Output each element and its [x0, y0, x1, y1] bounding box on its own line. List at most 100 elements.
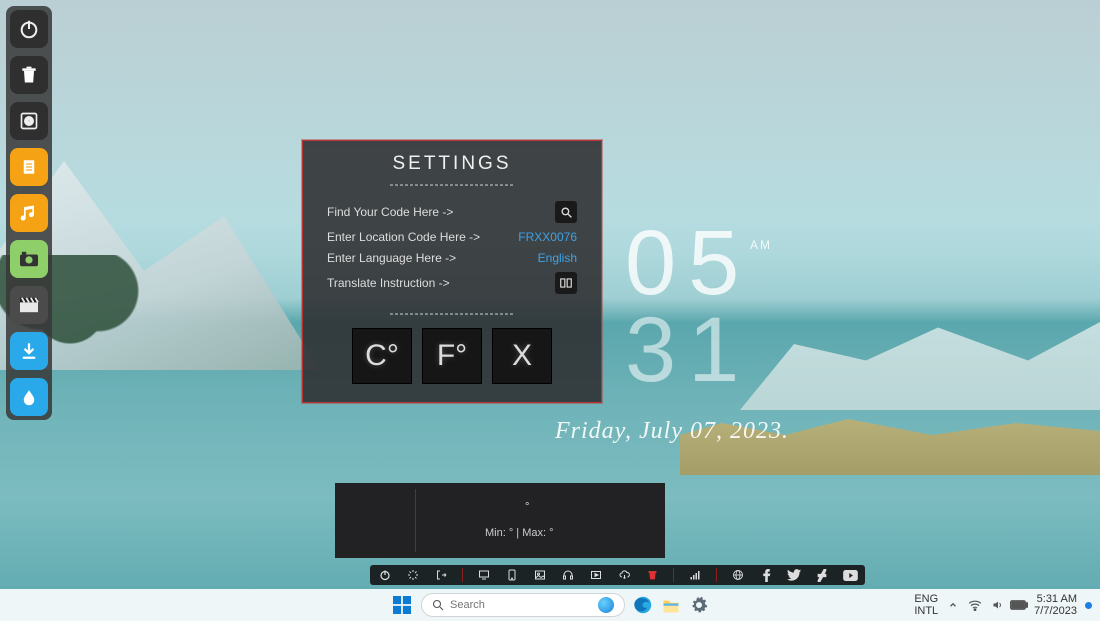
launcher-deviantart[interactable] — [815, 568, 829, 582]
book-icon — [559, 277, 573, 289]
launcher-facebook[interactable] — [759, 568, 773, 582]
logout-icon — [435, 569, 447, 581]
row-location: Enter Location Code Here -> FRXX0076 — [327, 230, 577, 244]
row-find-code: Find Your Code Here -> — [327, 201, 577, 223]
left-dock — [6, 6, 52, 420]
launcher-phone[interactable] — [505, 568, 519, 582]
music-icon — [19, 203, 39, 223]
tray-notification-indicator[interactable] — [1085, 602, 1092, 609]
search-code-button[interactable] — [555, 201, 577, 223]
location-value[interactable]: FRXX0076 — [518, 230, 577, 244]
launcher-headphones[interactable] — [561, 568, 575, 582]
launcher-video[interactable] — [589, 568, 603, 582]
water-icon — [20, 387, 38, 407]
dock-disk[interactable] — [10, 102, 48, 140]
trash-icon — [647, 569, 658, 581]
celsius-button[interactable]: C° — [352, 328, 412, 384]
start-button[interactable] — [391, 594, 413, 616]
monitor-icon — [478, 569, 490, 581]
phone-icon — [507, 569, 517, 581]
folder-icon — [662, 597, 680, 613]
clock-widget: 05 AM 31 — [625, 220, 751, 395]
dock-video[interactable] — [10, 286, 48, 324]
tray-wifi[interactable] — [968, 598, 982, 612]
youtube-icon — [843, 570, 858, 581]
chevron-up-icon — [948, 600, 958, 610]
windows-icon — [393, 596, 411, 614]
clock-date: Friday, July 07, 2023. — [555, 418, 789, 445]
launcher-image[interactable] — [533, 568, 547, 582]
tray-chevron[interactable] — [946, 598, 960, 612]
fahrenheit-button[interactable]: F° — [422, 328, 482, 384]
gear-icon — [690, 596, 708, 614]
edge-icon — [634, 596, 652, 614]
launcher-bar — [370, 565, 865, 585]
windows-taskbar: ENG INTL 5:31 AM 7/7/2023 — [0, 589, 1100, 621]
facebook-icon — [762, 569, 771, 582]
document-icon — [20, 157, 38, 177]
volume-icon — [991, 599, 1004, 611]
tray-language[interactable]: ENG INTL — [914, 593, 938, 617]
launcher-signal[interactable] — [688, 568, 702, 582]
video-icon — [590, 569, 602, 581]
unit-row: C° F° X — [327, 328, 577, 384]
download-icon — [20, 341, 38, 361]
weather-widget: ° Min: ° | Max: ° — [335, 483, 665, 558]
launcher-logout[interactable] — [434, 568, 448, 582]
find-code-label: Find Your Code Here -> — [327, 205, 453, 219]
translate-button[interactable] — [555, 272, 577, 294]
taskbar-center — [391, 593, 709, 617]
tray-lang2: INTL — [914, 605, 938, 617]
trash-icon — [19, 65, 39, 85]
launcher-cloud[interactable] — [617, 568, 631, 582]
language-value[interactable]: English — [538, 251, 577, 265]
separator: ------------------------- — [327, 306, 577, 320]
headphones-icon — [562, 569, 574, 581]
launcher-loading[interactable] — [406, 568, 420, 582]
separator — [716, 568, 717, 582]
search-input[interactable] — [450, 599, 592, 611]
wifi-icon — [968, 599, 982, 611]
settings-panel: SETTINGS ------------------------- Find … — [302, 140, 602, 403]
launcher-power[interactable] — [378, 568, 392, 582]
close-button[interactable]: X — [492, 328, 552, 384]
tray-battery[interactable] — [1012, 598, 1026, 612]
dock-power[interactable] — [10, 10, 48, 48]
launcher-globe[interactable] — [731, 568, 745, 582]
location-label: Enter Location Code Here -> — [327, 230, 480, 244]
dock-music[interactable] — [10, 194, 48, 232]
launcher-twitter[interactable] — [787, 568, 801, 582]
clapper-icon — [18, 296, 40, 314]
bing-icon — [598, 597, 614, 613]
camera-icon — [18, 250, 40, 268]
separator — [673, 568, 674, 582]
dock-camera[interactable] — [10, 240, 48, 278]
taskbar-edge[interactable] — [633, 595, 653, 615]
dock-trash[interactable] — [10, 56, 48, 94]
tray-volume[interactable] — [990, 598, 1004, 612]
weather-temp: ° — [525, 501, 529, 513]
battery-icon — [1010, 600, 1028, 610]
taskbar-settings[interactable] — [689, 595, 709, 615]
taskbar-search[interactable] — [421, 593, 625, 617]
dock-document[interactable] — [10, 148, 48, 186]
language-label: Enter Language Here -> — [327, 251, 456, 265]
settings-title: SETTINGS — [327, 153, 577, 175]
launcher-trash[interactable] — [645, 568, 659, 582]
row-language: Enter Language Here -> English — [327, 251, 577, 265]
system-tray: ENG INTL 5:31 AM 7/7/2023 — [914, 593, 1092, 617]
weather-minmax: Min: ° | Max: ° — [485, 527, 554, 539]
taskbar-explorer[interactable] — [661, 595, 681, 615]
clock-ampm: AM — [750, 238, 772, 252]
translate-label: Translate Instruction -> — [327, 276, 450, 290]
desktop: SETTINGS ------------------------- Find … — [0, 0, 1100, 621]
weather-divider — [415, 489, 416, 552]
deviantart-icon — [817, 569, 827, 582]
launcher-youtube[interactable] — [843, 568, 857, 582]
tray-clock[interactable]: 5:31 AM 7/7/2023 — [1034, 593, 1077, 617]
launcher-monitor[interactable] — [477, 568, 491, 582]
dock-water[interactable] — [10, 378, 48, 416]
image-icon — [534, 569, 546, 581]
dock-download[interactable] — [10, 332, 48, 370]
power-icon — [18, 18, 40, 40]
